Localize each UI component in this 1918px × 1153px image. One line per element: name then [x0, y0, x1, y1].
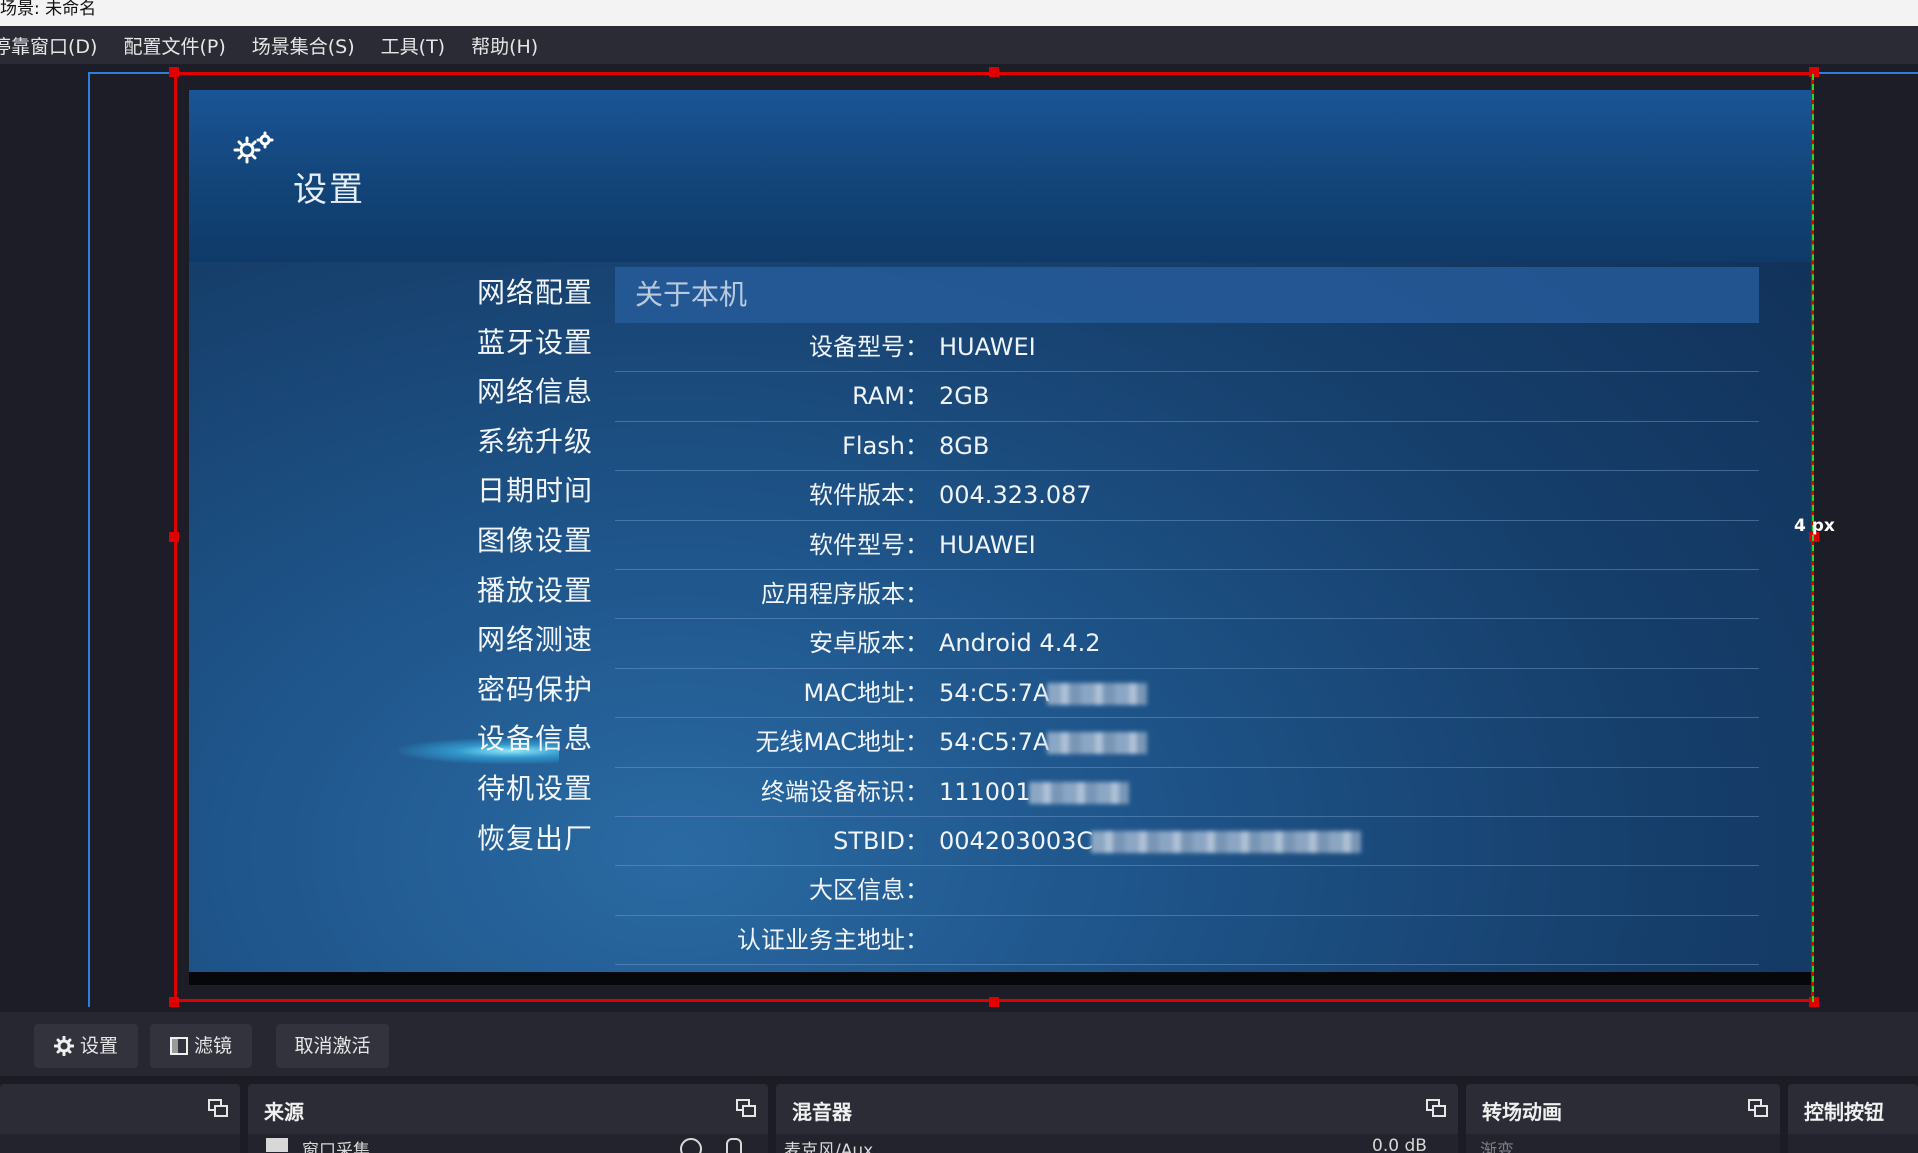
- menu-bar: 停靠窗口(D) 配置文件(P) 场景集合(S) 工具(T) 帮助(H): [0, 26, 1918, 64]
- filters-button[interactable]: 滤镜: [150, 1024, 252, 1068]
- resize-handle-top-right[interactable]: [1809, 67, 1819, 77]
- resize-handle-bottom-left[interactable]: [169, 997, 179, 1007]
- menu-profile[interactable]: 配置文件(P): [123, 32, 225, 59]
- resize-handle-top[interactable]: [989, 67, 999, 77]
- controls-body: [1788, 1134, 1918, 1153]
- mixer-channel: 麦克风/Aux 0.0 dB: [776, 1134, 1458, 1153]
- menu-tools[interactable]: 工具(T): [381, 32, 445, 59]
- audio-mixer-dock: 混音器 麦克风/Aux 0.0 dB: [776, 1084, 1458, 1153]
- transition-select[interactable]: 渐变: [1466, 1134, 1780, 1153]
- dock-area: 来源 窗口采集 混音器 麦克风/Aux 0.0 dB 转场动画 渐变 控制按钮: [0, 1076, 1918, 1153]
- menu-help[interactable]: 帮助(H): [471, 32, 538, 59]
- source-selection-frame[interactable]: [174, 72, 1814, 1002]
- transitions-dock: 转场动画 渐变: [1466, 1084, 1780, 1153]
- visibility-eye-icon[interactable]: [680, 1138, 702, 1153]
- snap-distance-label: 4 px: [1794, 516, 1835, 536]
- window-capture-icon: [266, 1138, 288, 1152]
- undock-icon[interactable]: [736, 1099, 756, 1117]
- transition-value: 渐变: [1480, 1141, 1514, 1153]
- gear-icon: [53, 1036, 74, 1056]
- deactivate-label: 取消激活: [294, 1035, 371, 1057]
- source-settings-button[interactable]: 设置: [34, 1024, 138, 1068]
- window-title-bar: 场景: 未命名: [0, 0, 1918, 26]
- resize-handle-bottom-right[interactable]: [1809, 997, 1819, 1007]
- snap-guide-line: [1812, 74, 1814, 1002]
- transitions-title: 转场动画: [1482, 1100, 1562, 1124]
- window-title: 场景: 未命名: [0, 0, 97, 19]
- menu-scene-collection[interactable]: 场景集合(S): [252, 32, 355, 59]
- undock-icon[interactable]: [1748, 1099, 1768, 1117]
- filters-label: 滤镜: [193, 1035, 232, 1057]
- filter-icon: [169, 1037, 188, 1055]
- mixer-channel-level: 0.0 dB: [1372, 1136, 1427, 1153]
- resize-handle-top-left[interactable]: [169, 67, 179, 77]
- source-toolbar: 设置 滤镜 取消激活: [0, 1012, 1918, 1076]
- scenes-dock: [0, 1084, 240, 1153]
- controls-title: 控制按钮: [1804, 1100, 1884, 1124]
- undock-icon[interactable]: [208, 1099, 228, 1117]
- settings-label: 设置: [79, 1035, 118, 1057]
- sources-dock: 来源 窗口采集: [248, 1084, 768, 1153]
- mixer-title: 混音器: [792, 1100, 852, 1124]
- sources-list[interactable]: 窗口采集: [248, 1134, 768, 1153]
- resize-handle-left[interactable]: [169, 532, 179, 542]
- scenes-list[interactable]: [0, 1134, 240, 1153]
- source-item[interactable]: 窗口采集: [302, 1136, 370, 1153]
- deactivate-button[interactable]: 取消激活: [276, 1024, 389, 1068]
- mixer-channel-name: 麦克风/Aux: [784, 1141, 874, 1153]
- resize-handle-bottom[interactable]: [989, 997, 999, 1007]
- controls-dock: 控制按钮: [1788, 1084, 1918, 1153]
- sources-title: 来源: [264, 1100, 304, 1124]
- undock-icon[interactable]: [1426, 1099, 1446, 1117]
- menu-docks[interactable]: 停靠窗口(D): [0, 32, 97, 59]
- lock-icon[interactable]: [726, 1138, 742, 1153]
